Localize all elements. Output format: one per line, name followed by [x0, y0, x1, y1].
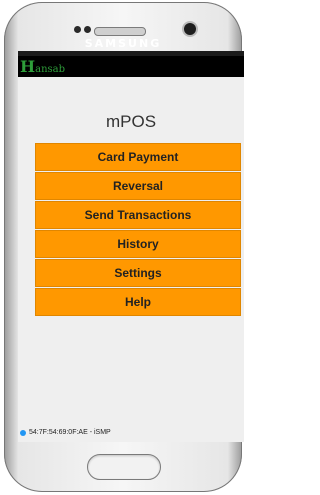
reversal-button[interactable]: Reversal	[35, 172, 241, 200]
sensor-icon	[84, 26, 91, 33]
app-bar: H ansab	[18, 56, 244, 77]
device-brand: SAMSUNG	[84, 37, 162, 50]
connection-status: 54:7F:54:69:0F:AE - iSMP	[20, 429, 111, 436]
settings-button[interactable]: Settings	[35, 259, 241, 287]
home-button[interactable]	[87, 454, 161, 480]
logo-initial: H	[20, 57, 36, 76]
sensor-icon	[74, 26, 81, 33]
screen: H ansab mPOS Card Payment Reversal Send …	[18, 51, 244, 442]
hansab-logo: H ansab	[20, 57, 65, 76]
bluetooth-dot-icon	[20, 429, 26, 436]
front-camera-icon	[184, 23, 196, 35]
device-label: 54:7F:54:69:0F:AE - iSMP	[29, 429, 111, 436]
logo-rest: ansab	[35, 64, 66, 75]
earpiece-speaker	[94, 27, 146, 36]
help-button[interactable]: Help	[35, 288, 241, 316]
history-button[interactable]: History	[35, 230, 241, 258]
card-payment-button[interactable]: Card Payment	[35, 143, 241, 171]
main-menu: Card Payment Reversal Send Transactions …	[35, 143, 241, 317]
page-title: mPOS	[105, 112, 157, 131]
send-transactions-button[interactable]: Send Transactions	[35, 201, 241, 229]
